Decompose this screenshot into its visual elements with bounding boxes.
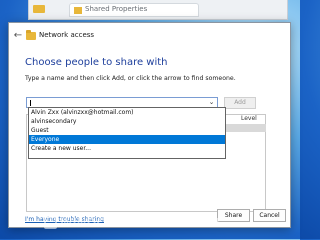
- background-tab[interactable]: Shared Properties: [69, 3, 199, 17]
- dropdown-item-create-new-user[interactable]: Create a new user...: [29, 144, 225, 153]
- dialog-title: Network access: [39, 31, 95, 39]
- chevron-down-icon[interactable]: ⌄: [207, 98, 216, 107]
- table-row[interactable]: [223, 124, 266, 132]
- add-button[interactable]: Add: [224, 97, 256, 109]
- dropdown-item-everyone[interactable]: Everyone: [29, 135, 225, 144]
- dropdown-item-alvin-zxx[interactable]: Alvin Zxx (alvinzxx@hotmail.com): [29, 108, 225, 117]
- text-cursor: [30, 100, 31, 106]
- share-button[interactable]: Share: [217, 209, 250, 222]
- folder-icon: [33, 5, 45, 13]
- dialog-titlebar: ← Network access: [9, 23, 290, 49]
- back-arrow-icon[interactable]: ←: [12, 30, 24, 42]
- dropdown-item-guest[interactable]: Guest: [29, 126, 225, 135]
- folder-icon: [26, 30, 36, 40]
- watermark-logo-icon: [44, 216, 57, 229]
- folder-icon: [74, 7, 82, 14]
- instruction-text: Type a name and then click Add, or click…: [25, 75, 236, 82]
- cancel-button[interactable]: Cancel: [253, 209, 286, 222]
- watermark: WINDOWSDIGITAL.COM: [60, 215, 220, 230]
- page-heading: Choose people to share with: [25, 57, 168, 68]
- network-access-dialog: ← Network access Choose people to share …: [8, 22, 291, 228]
- user-dropdown-list: Alvin Zxx (alvinzxx@hotmail.com) alvinse…: [28, 107, 226, 159]
- permission-level-header: Level: [241, 115, 257, 122]
- background-explorer-window: Shared Properties: [28, 0, 288, 20]
- background-tab-title: Shared Properties: [85, 5, 148, 13]
- dropdown-item-alvinsecondary[interactable]: alvinsecondary: [29, 117, 225, 126]
